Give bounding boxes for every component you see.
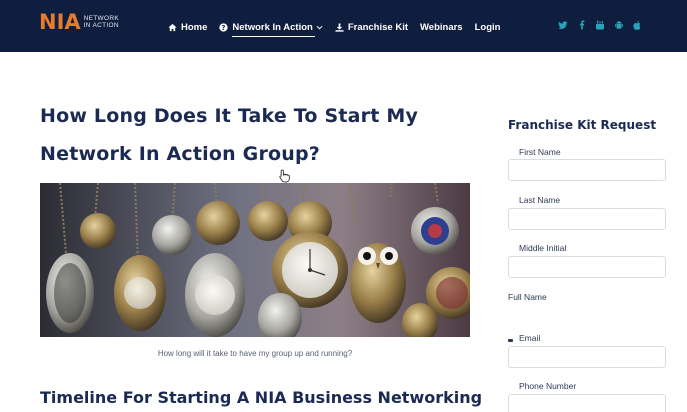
last-name-field[interactable]: [508, 208, 666, 230]
middle-initial-label: Middle Initial: [519, 243, 567, 253]
top-navigation-bar: NIA Network In Action Home ? Network In …: [0, 0, 687, 52]
home-icon: [168, 23, 177, 31]
nav-franchise-kit-label: Franchise Kit: [347, 21, 408, 33]
logo-tagline: Network In Action: [84, 15, 119, 29]
logo-tagline-line1: Network: [83, 15, 119, 22]
nav-network-in-action[interactable]: ? Network In Action: [219, 19, 323, 37]
main-nav: Home ? Network In Action Franchise Kit W…: [168, 19, 512, 37]
question-circle-icon: ?: [219, 22, 229, 32]
nav-home[interactable]: Home: [168, 19, 207, 35]
email-label: Email: [519, 333, 541, 343]
email-field[interactable]: [508, 346, 666, 368]
nav-home-label: Home: [181, 21, 208, 33]
logo-mark: NIA: [39, 10, 81, 34]
youtube-icon[interactable]: [595, 20, 605, 30]
last-name-label: Last Name: [519, 195, 561, 205]
facebook-icon[interactable]: [577, 20, 587, 30]
nav-login-label: Login: [474, 21, 501, 33]
section-heading: Timeline For Starting A NIA Business Net…: [40, 388, 483, 407]
hand-cursor-icon: [279, 169, 290, 183]
logo-tagline-line2: In Action: [83, 22, 119, 29]
article-hero-image: [40, 183, 470, 337]
svg-text:?: ?: [222, 24, 226, 32]
social-links: [558, 20, 651, 30]
nav-network-in-action-label: Network In Action: [232, 21, 313, 33]
nav-webinars[interactable]: Webinars: [420, 19, 463, 35]
download-icon: [335, 22, 344, 32]
article-title: How Long Does It Take To Start My Networ…: [40, 105, 419, 165]
twitter-icon[interactable]: [558, 20, 568, 30]
phone-number-field[interactable]: [508, 394, 666, 412]
first-name-field[interactable]: [508, 159, 666, 181]
phone-number-label: Phone Number: [519, 381, 577, 391]
nav-franchise-kit[interactable]: Franchise Kit: [335, 19, 408, 35]
chevron-down-icon: [316, 25, 323, 30]
pocket-watches-illustration: [40, 183, 470, 337]
middle-initial-field[interactable]: [508, 256, 666, 278]
nav-webinars-label: Webinars: [420, 21, 463, 33]
full-name-label: Full Name: [508, 292, 547, 302]
image-caption: How long will it take to have my group u…: [157, 349, 353, 358]
nav-login[interactable]: Login: [475, 19, 501, 35]
apple-icon[interactable]: [632, 20, 642, 30]
first-name-label: First Name: [519, 147, 561, 157]
franchise-form-title: Franchise Kit Request: [508, 118, 657, 132]
nia-logo[interactable]: NIA Network In Action: [39, 10, 119, 34]
required-marker: [508, 339, 513, 342]
android-icon[interactable]: [614, 20, 624, 30]
